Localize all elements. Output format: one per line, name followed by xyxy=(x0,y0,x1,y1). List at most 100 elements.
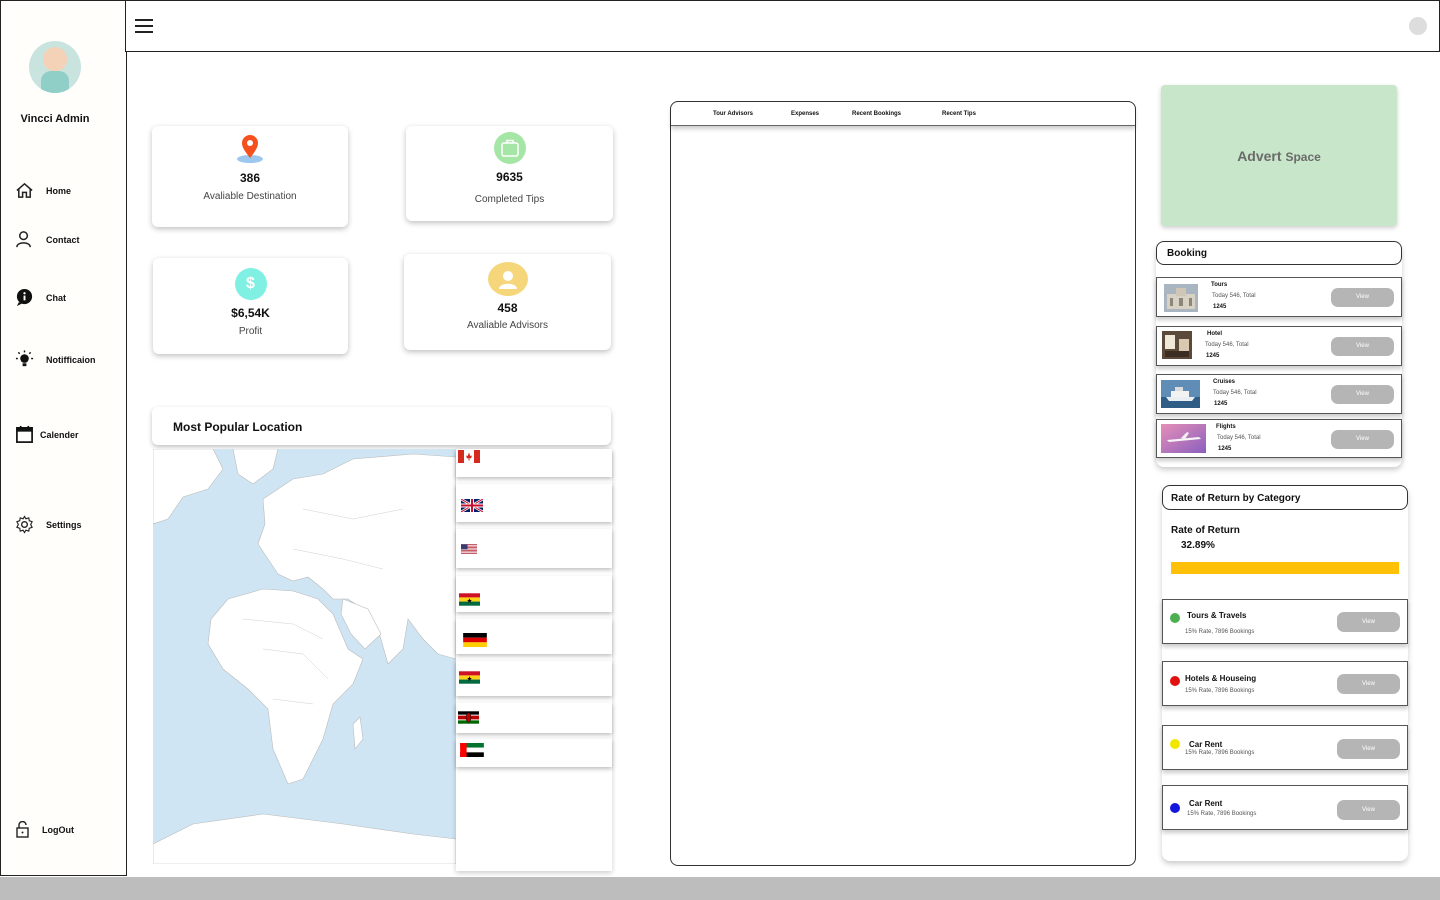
stat-label: Completed Tips xyxy=(474,194,545,205)
ghana-flag-icon xyxy=(459,593,480,606)
logout-button[interactable]: LogOut xyxy=(15,821,74,838)
bulb-icon xyxy=(15,350,34,367)
tab-recent-bookings[interactable]: Recent Bookings xyxy=(852,111,901,117)
view-button[interactable]: View xyxy=(1331,385,1394,404)
category-title: Hotels & Houseing xyxy=(1185,674,1257,683)
home-icon xyxy=(16,182,33,198)
gear-icon xyxy=(16,515,33,534)
view-button[interactable]: View xyxy=(1337,674,1400,694)
tab-expenses[interactable]: Expenses xyxy=(791,111,819,117)
booking-total: 1245 xyxy=(1218,446,1232,452)
admin-name: Vincci Admin xyxy=(20,113,90,125)
booking-title: Booking xyxy=(1167,248,1207,259)
hamburger-menu-icon[interactable] xyxy=(135,19,153,33)
hotel-thumbnail xyxy=(1162,331,1192,359)
stat-value: 458 xyxy=(497,301,518,315)
view-button[interactable]: View xyxy=(1337,739,1400,759)
status-dot xyxy=(1170,676,1180,686)
advert-word-2: Space xyxy=(1285,150,1321,164)
uk-flag-icon xyxy=(461,499,483,512)
rate-progress-bar xyxy=(1171,562,1399,574)
rate-progress-fill xyxy=(1171,562,1399,574)
flag-row-usa[interactable] xyxy=(456,529,612,568)
sidebar-item-settings[interactable]: Settings xyxy=(15,515,82,534)
stat-value: 386 xyxy=(239,171,261,185)
tab-recent-tips[interactable]: Recent Tips xyxy=(942,111,976,117)
flag-row-kenya[interactable] xyxy=(456,703,612,733)
stat-card-profit: $ $6,54K Profit xyxy=(153,258,348,354)
tours-thumbnail xyxy=(1164,284,1198,312)
suitcase-icon xyxy=(493,132,526,164)
user-icon xyxy=(16,231,31,248)
flag-row-ghana-2[interactable] xyxy=(456,661,612,696)
user-avatar[interactable] xyxy=(1409,17,1427,35)
stat-label: Avaliable Advisors xyxy=(467,320,548,331)
tabs-bar: Tour Advisors Expenses Recent Bookings R… xyxy=(671,102,1135,126)
advert-label: Advert Space xyxy=(1237,148,1321,164)
flag-row-uae[interactable] xyxy=(456,739,612,767)
advert-space[interactable]: Advert Space xyxy=(1161,85,1397,226)
stat-label: Profit xyxy=(238,326,263,337)
unlock-icon xyxy=(16,821,29,838)
flag-row-uk[interactable] xyxy=(456,484,612,522)
booking-row-tours: Tours Today 546, Total 1245 View xyxy=(1156,277,1402,317)
stat-card-tips: 9635 Completed Tips xyxy=(406,126,613,221)
status-dot xyxy=(1170,739,1180,749)
booking-title-label: Cruises xyxy=(1213,379,1236,385)
booking-row-hotel: Hotel Today 546, Total 1245 View xyxy=(1156,326,1402,366)
rate-title: Rate of Return by Category xyxy=(1171,493,1301,504)
sidebar-item-home[interactable]: Home xyxy=(15,181,71,200)
sidebar-item-label: Contact xyxy=(46,234,80,245)
category-row-car-rent: Car Rent 15% Rate, 7896 Bookings View xyxy=(1162,725,1408,770)
usa-flag-icon xyxy=(461,544,477,554)
stat-card-advisors: 458 Avaliable Advisors xyxy=(404,254,611,350)
view-button[interactable]: View xyxy=(1331,430,1394,449)
kenya-flag-icon xyxy=(458,711,479,724)
booking-title-label: Tours xyxy=(1211,282,1228,288)
sidebar-item-label: Calender xyxy=(40,429,79,440)
view-button[interactable]: View xyxy=(1337,800,1400,820)
status-dot xyxy=(1170,803,1180,813)
sidebar-item-notification[interactable]: Notifficaion xyxy=(15,350,96,369)
category-row-hotels: Hotels & Houseing 15% Rate, 7896 Booking… xyxy=(1162,661,1408,706)
tab-tour-advisors[interactable]: Tour Advisors xyxy=(713,111,753,117)
uae-flag-icon xyxy=(460,743,484,757)
canada-flag-icon xyxy=(458,450,480,463)
bottom-scrollbar[interactable] xyxy=(0,877,1440,900)
view-button[interactable]: View xyxy=(1331,288,1394,307)
sidebar-item-label: Settings xyxy=(46,519,82,530)
category-title: Tours & Travels xyxy=(1187,611,1247,620)
status-dot xyxy=(1170,613,1180,623)
sidebar-item-label: Home xyxy=(46,185,72,196)
germany-flag-icon xyxy=(463,633,487,647)
admin-avatar[interactable] xyxy=(29,41,81,93)
popular-location-title: Most Popular Location xyxy=(173,420,303,434)
booking-title-label: Flights xyxy=(1216,424,1236,430)
top-bar xyxy=(125,0,1440,52)
ghana-flag-icon xyxy=(459,671,480,684)
view-button[interactable]: View xyxy=(1331,337,1394,356)
category-sub: 15% Rate, 7896 Bookings xyxy=(1187,811,1257,817)
stat-card-destinations: 386 Avaliable Destination xyxy=(152,126,348,227)
rate-label: Rate of Return xyxy=(1171,525,1240,536)
category-row-tours-travels: Tours & Travels 15% Rate, 7896 Bookings … xyxy=(1162,599,1408,644)
sidebar-item-calendar[interactable]: Calender xyxy=(15,425,79,444)
chat-icon xyxy=(16,288,33,307)
rate-header: Rate of Return by Category xyxy=(1162,485,1408,510)
booking-total: 1245 xyxy=(1206,353,1220,359)
flag-row-germany[interactable] xyxy=(456,619,612,654)
sidebar: Vincci Admin Home Contact Chat Notiffica… xyxy=(0,0,127,876)
stat-value: 9635 xyxy=(496,170,523,184)
advisor-icon xyxy=(487,262,528,296)
booking-total: 1245 xyxy=(1214,401,1228,407)
category-row-car-rent-2: Car Rent 15% Rate, 7896 Bookings View xyxy=(1162,785,1408,830)
category-sub: 15% Rate, 7896 Bookings xyxy=(1185,629,1255,635)
view-button[interactable]: View xyxy=(1337,612,1400,632)
booking-sub-label: Today 546, Total xyxy=(1205,342,1249,348)
flag-row-canada[interactable] xyxy=(456,449,612,477)
sidebar-item-label: Chat xyxy=(46,292,66,303)
sidebar-item-chat[interactable]: Chat xyxy=(15,288,66,307)
flag-row-ghana[interactable] xyxy=(456,576,612,612)
sidebar-item-contact[interactable]: Contact xyxy=(15,230,80,249)
world-map[interactable] xyxy=(153,449,456,864)
